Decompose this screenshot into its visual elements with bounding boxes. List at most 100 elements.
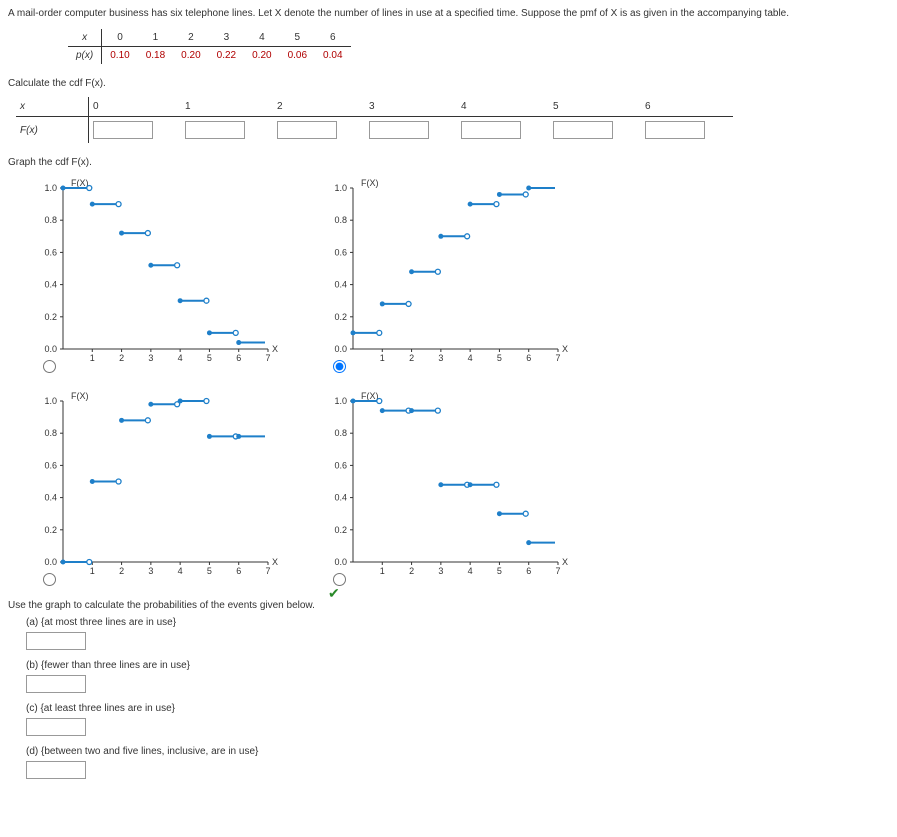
question-d: (d) {between two and five lines, inclusi… — [26, 746, 889, 757]
svg-text:0.0: 0.0 — [334, 344, 347, 354]
svg-text:0.4: 0.4 — [44, 493, 57, 503]
svg-text:0.6: 0.6 — [334, 460, 347, 470]
svg-text:3: 3 — [438, 566, 443, 576]
pmf-p-5: 0.06 — [280, 47, 315, 65]
svg-text:0.0: 0.0 — [44, 344, 57, 354]
use-graph-label: Use the graph to calculate the probabili… — [8, 600, 889, 611]
svg-text:X: X — [562, 344, 568, 354]
check-icon: ✔ — [328, 585, 340, 602]
pmf-p-4: 0.20 — [244, 47, 279, 65]
svg-text:0.8: 0.8 — [44, 215, 57, 225]
pmf-x-0: 0 — [102, 29, 138, 47]
svg-text:3: 3 — [438, 353, 443, 363]
svg-text:0.2: 0.2 — [334, 525, 347, 535]
cdf-x-3: 3 — [365, 97, 457, 117]
svg-text:0.6: 0.6 — [44, 247, 57, 257]
graph-option-3: F(X)0.00.20.40.60.81.01234567X✔ — [318, 389, 598, 584]
cdf-x-4: 4 — [457, 97, 549, 117]
cdf-input-1[interactable] — [185, 121, 245, 139]
svg-text:X: X — [272, 344, 278, 354]
svg-text:F(X): F(X) — [71, 178, 89, 188]
svg-text:F(X): F(X) — [361, 391, 379, 401]
pmf-p-1: 0.18 — [138, 47, 173, 65]
cdf-x-1: 1 — [181, 97, 273, 117]
question-b: (b) {fewer than three lines are in use} — [26, 660, 889, 671]
svg-text:1: 1 — [380, 566, 385, 576]
cdf-input-6[interactable] — [645, 121, 705, 139]
cdf-input-5[interactable] — [553, 121, 613, 139]
svg-text:F(X): F(X) — [361, 178, 379, 188]
svg-text:0.4: 0.4 — [334, 493, 347, 503]
svg-text:X: X — [272, 557, 278, 567]
svg-text:6: 6 — [526, 566, 531, 576]
svg-text:3: 3 — [148, 353, 153, 363]
pmf-x-5: 5 — [280, 29, 315, 47]
svg-text:0.0: 0.0 — [334, 557, 347, 567]
svg-text:0.2: 0.2 — [44, 525, 57, 535]
svg-text:1: 1 — [380, 353, 385, 363]
svg-text:1.0: 1.0 — [334, 396, 347, 406]
cdf-f-label: F(x) — [16, 117, 89, 144]
svg-text:5: 5 — [497, 353, 502, 363]
cdf-x-2: 2 — [273, 97, 365, 117]
svg-text:7: 7 — [265, 353, 270, 363]
svg-text:2: 2 — [409, 566, 414, 576]
svg-text:5: 5 — [207, 566, 212, 576]
graph-option-0: F(X)0.00.20.40.60.81.01234567X — [28, 176, 308, 371]
svg-text:0.8: 0.8 — [44, 428, 57, 438]
svg-text:X: X — [562, 557, 568, 567]
svg-text:7: 7 — [555, 566, 560, 576]
pmf-x-1: 1 — [138, 29, 173, 47]
svg-text:1: 1 — [90, 353, 95, 363]
pmf-p-0: 0.10 — [102, 47, 138, 65]
svg-text:6: 6 — [526, 353, 531, 363]
answer-b-input[interactable] — [26, 675, 86, 693]
graph-radio-2[interactable] — [43, 573, 56, 586]
pmf-x-3: 3 — [209, 29, 244, 47]
svg-text:3: 3 — [148, 566, 153, 576]
svg-text:5: 5 — [497, 566, 502, 576]
calc-cdf-label: Calculate the cdf F(x). — [8, 78, 889, 89]
cdf-x-5: 5 — [549, 97, 641, 117]
cdf-input-2[interactable] — [277, 121, 337, 139]
graph-radio-0[interactable] — [43, 360, 56, 373]
cdf-x-label: x — [16, 97, 89, 117]
svg-text:2: 2 — [409, 353, 414, 363]
problem-statement: A mail-order computer business has six t… — [8, 8, 889, 19]
cdf-x-0: 0 — [89, 97, 182, 117]
svg-text:1.0: 1.0 — [44, 183, 57, 193]
svg-text:0.8: 0.8 — [334, 428, 347, 438]
answer-c-input[interactable] — [26, 718, 86, 736]
svg-text:2: 2 — [119, 353, 124, 363]
cdf-table: x 0 1 2 3 4 5 6 F(x) — [16, 97, 733, 143]
question-a: (a) {at most three lines are in use} — [26, 617, 889, 628]
cdf-input-3[interactable] — [369, 121, 429, 139]
question-c: (c) {at least three lines are in use} — [26, 703, 889, 714]
svg-text:7: 7 — [265, 566, 270, 576]
svg-text:0.0: 0.0 — [44, 557, 57, 567]
answer-a-input[interactable] — [26, 632, 86, 650]
svg-text:0.6: 0.6 — [334, 247, 347, 257]
pmf-x-label: x — [68, 29, 102, 47]
cdf-input-4[interactable] — [461, 121, 521, 139]
svg-text:0.2: 0.2 — [334, 312, 347, 322]
graph-options: F(X)0.00.20.40.60.81.01234567XF(X)0.00.2… — [28, 176, 889, 584]
svg-text:6: 6 — [236, 566, 241, 576]
pmf-p-3: 0.22 — [209, 47, 244, 65]
svg-text:0.4: 0.4 — [334, 280, 347, 290]
svg-text:0.6: 0.6 — [44, 460, 57, 470]
svg-text:4: 4 — [178, 353, 183, 363]
graph-option-2: F(X)0.00.20.40.60.81.01234567X — [28, 389, 308, 584]
pmf-p-label: p(x) — [68, 47, 102, 65]
graph-radio-1[interactable] — [333, 360, 346, 373]
svg-text:4: 4 — [178, 566, 183, 576]
svg-text:1.0: 1.0 — [334, 183, 347, 193]
svg-text:4: 4 — [468, 353, 473, 363]
graph-cdf-label: Graph the cdf F(x). — [8, 157, 889, 168]
svg-text:0.2: 0.2 — [44, 312, 57, 322]
svg-text:0.8: 0.8 — [334, 215, 347, 225]
svg-text:F(X): F(X) — [71, 391, 89, 401]
answer-d-input[interactable] — [26, 761, 86, 779]
svg-text:1.0: 1.0 — [44, 396, 57, 406]
cdf-input-0[interactable] — [93, 121, 153, 139]
